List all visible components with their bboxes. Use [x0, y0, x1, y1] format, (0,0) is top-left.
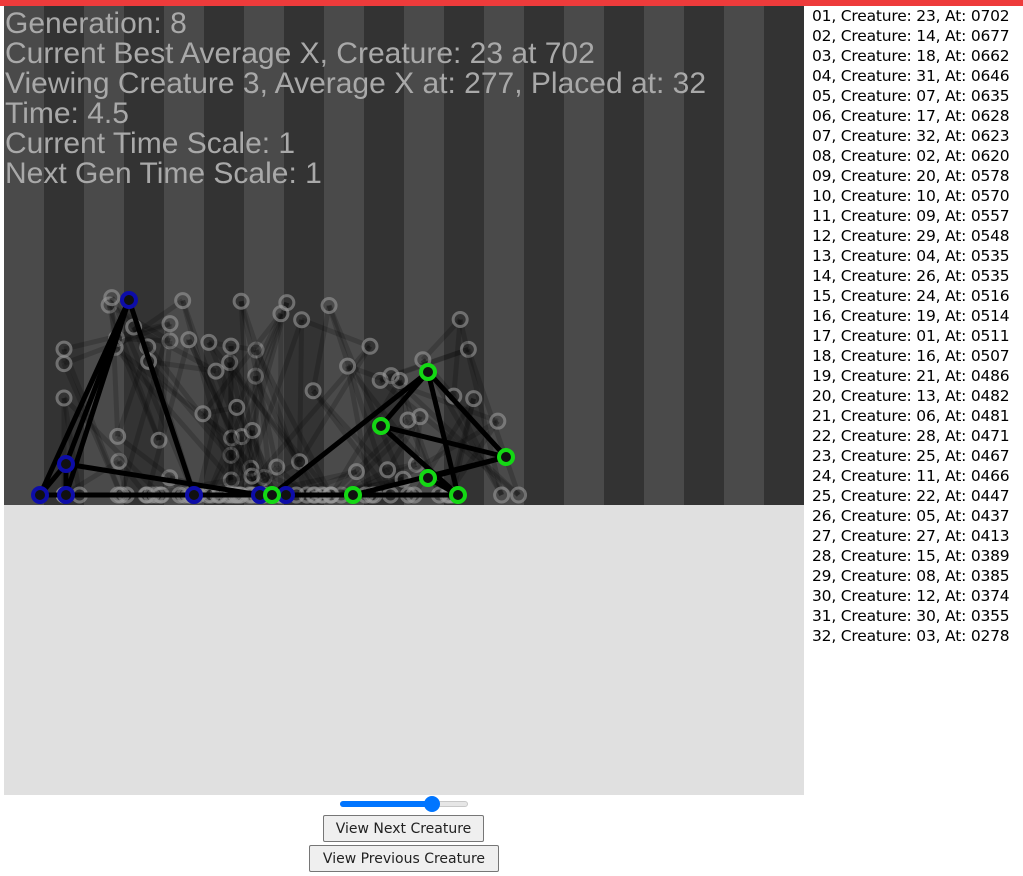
leaderboard-row: 06, Creature: 17, At: 0628	[812, 107, 1010, 125]
generation-text: Generation: 8	[5, 7, 187, 40]
creature-node	[449, 486, 467, 504]
leaderboard-row: 07, Creature: 32, At: 0623	[812, 127, 1010, 145]
leaderboard-row: 31, Creature: 30, At: 0355	[812, 607, 1010, 625]
leaderboard-row: 19, Creature: 21, At: 0486	[812, 367, 1010, 385]
leaderboard-row: 27, Creature: 27, At: 0413	[812, 527, 1010, 545]
creature-node	[419, 469, 437, 487]
leaderboard-row: 28, Creature: 15, At: 0389	[812, 547, 1010, 565]
current-time-scale-text: Current Time Scale: 1	[5, 127, 296, 160]
creature-node	[185, 486, 203, 504]
leaderboard-row: 12, Creature: 29, At: 0548	[812, 227, 1010, 245]
next-gen-time-scale-text: Next Gen Time Scale: 1	[5, 157, 322, 190]
leaderboard-row: 26, Creature: 05, At: 0437	[812, 507, 1010, 525]
leaderboard-row: 11, Creature: 09, At: 0557	[812, 207, 1010, 225]
leaderboard-row: 25, Creature: 22, At: 0447	[812, 487, 1010, 505]
ground	[4, 505, 804, 795]
time-text: Time: 4.5	[5, 97, 129, 130]
leaderboard-row: 08, Creature: 02, At: 0620	[812, 147, 1010, 165]
sky-stripe	[764, 6, 804, 505]
leaderboard-row: 22, Creature: 28, At: 0471	[812, 427, 1010, 445]
leaderboard-row: 24, Creature: 11, At: 0466	[812, 467, 1010, 485]
leaderboard-row: 16, Creature: 19, At: 0514	[812, 307, 1010, 325]
creature-node	[344, 486, 362, 504]
leaderboard-row: 32, Creature: 03, At: 0278	[812, 627, 1010, 645]
leaderboard-row: 29, Creature: 08, At: 0385	[812, 567, 1010, 585]
creature-node	[31, 486, 49, 504]
leaderboard-row: 02, Creature: 14, At: 0677	[812, 27, 1010, 45]
leaderboard-row: 17, Creature: 01, At: 0511	[812, 327, 1010, 345]
sky-stripe	[724, 6, 764, 505]
creature-node	[497, 448, 515, 466]
leaderboard-row: 10, Creature: 10, At: 0570	[812, 187, 1010, 205]
view-previous-creature-button[interactable]: View Previous Creature	[309, 845, 499, 872]
leaderboard-row: 18, Creature: 16, At: 0507	[812, 347, 1010, 365]
creature-node	[277, 486, 295, 504]
leaderboard-row: 21, Creature: 06, At: 0481	[812, 407, 1010, 425]
leaderboard-row: 09, Creature: 20, At: 0578	[812, 167, 1010, 185]
slider-fill	[340, 801, 433, 807]
slider-thumb[interactable]	[424, 796, 441, 812]
ghost-muscle	[297, 319, 305, 462]
creature-node	[57, 486, 75, 504]
leaderboard: 01, Creature: 23, At: 0702 02, Creature: …	[812, 6, 1010, 646]
leaderboard-row: 05, Creature: 07, At: 0635	[812, 87, 1010, 105]
leaderboard-row: 01, Creature: 23, At: 0702	[812, 7, 1010, 25]
time-scale-slider[interactable]	[340, 796, 468, 812]
ghost-muscle	[277, 313, 284, 496]
leaderboard-row: 30, Creature: 12, At: 0374	[812, 587, 1010, 605]
leaderboard-row: 20, Creature: 13, At: 0482	[812, 387, 1010, 405]
creature-node	[120, 291, 138, 309]
leaderboard-row: 14, Creature: 26, At: 0535	[812, 267, 1010, 285]
leaderboard-row: 03, Creature: 18, At: 0662	[812, 47, 1010, 65]
leaderboard-row: 04, Creature: 31, At: 0646	[812, 67, 1010, 85]
view-next-creature-button[interactable]: View Next Creature	[323, 815, 484, 842]
creature-node	[419, 363, 437, 381]
hud-overlay: Generation: 8 Current Best Average X, Cr…	[5, 9, 706, 189]
creature-node	[57, 455, 75, 473]
leaderboard-row: 13, Creature: 04, At: 0535	[812, 247, 1010, 265]
leaderboard-row: 15, Creature: 24, At: 0516	[812, 287, 1010, 305]
creature-node	[372, 417, 390, 435]
viewing-creature-text: Viewing Creature 3, Average X at: 277, P…	[5, 67, 707, 100]
creature-node	[263, 486, 281, 504]
leaderboard-row: 23, Creature: 25, At: 0467	[812, 447, 1010, 465]
best-average-text: Current Best Average X, Creature: 23 at …	[5, 37, 595, 70]
